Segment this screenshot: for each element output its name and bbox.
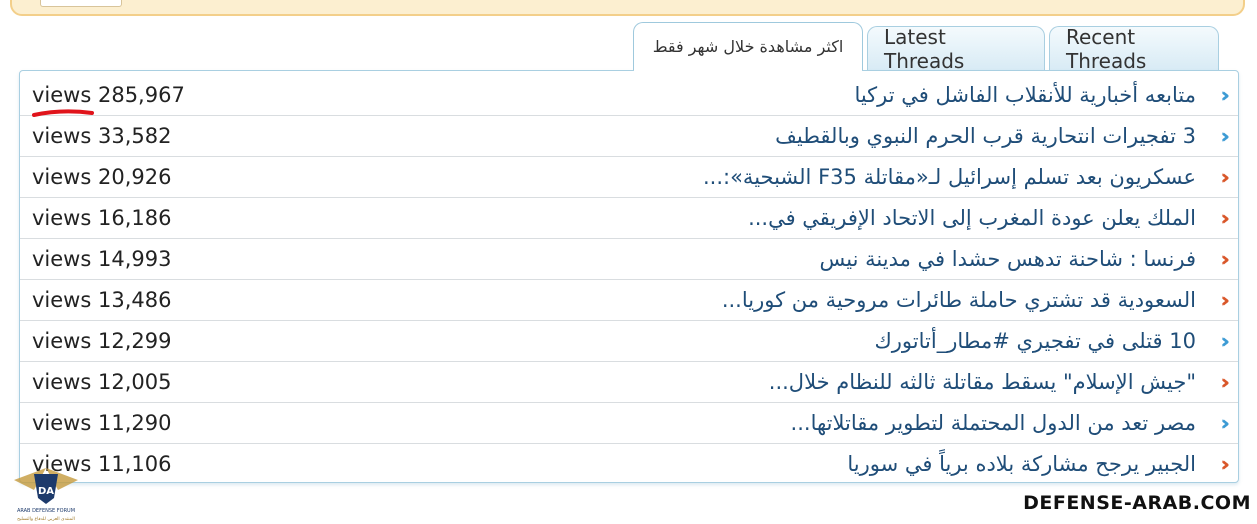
- top-banner-box: [40, 0, 122, 7]
- tab-latest-threads[interactable]: Latest Threads: [867, 25, 1045, 73]
- thread-view-count: views 12,299: [32, 329, 172, 353]
- thread-row: views 11,106 الجبير يرجح مشاركة بلاده بري…: [20, 444, 1238, 484]
- threads-list: views 285,967 متابعه أخبارية للأنقلاب الف…: [20, 75, 1238, 484]
- double-chevron-icon: ››: [1220, 288, 1232, 312]
- thread-row: views 14,993 فرنسا : شاحنة تدهس حشدا في م…: [20, 239, 1238, 280]
- thread-view-count: views 11,290: [32, 411, 172, 435]
- thread-title-link[interactable]: السعودية قد تشتري حاملة طائرات مروحية من…: [722, 288, 1196, 312]
- red-underline-mark: [32, 109, 94, 117]
- logo-text-en: ARAB DEFENSE FORUM: [17, 508, 75, 514]
- thread-row: views 11,290 مصر تعد من الدول المحتملة لت…: [20, 403, 1238, 444]
- double-chevron-icon: ››: [1220, 452, 1232, 476]
- thread-tabs: Recent Threads Latest Threads اكثر مشاهد…: [629, 22, 1219, 73]
- thread-view-count: views 13,486: [32, 288, 172, 312]
- double-chevron-icon: ››: [1220, 247, 1232, 271]
- thread-view-count: views 20,926: [32, 165, 172, 189]
- double-chevron-icon: ››: [1220, 124, 1232, 148]
- logo-text-ar: المنتدى العربي للدفاع والتسليح: [17, 517, 75, 522]
- thread-row: views 12,299 10 قتلى في تفجيري #مطار_أتات…: [20, 321, 1238, 362]
- thread-view-count: views 16,186: [32, 206, 172, 230]
- double-chevron-icon: ››: [1220, 370, 1232, 394]
- thread-view-count: views 14,993: [32, 247, 172, 271]
- thread-title-link[interactable]: مصر تعد من الدول المحتملة لتطوير مقاتلات…: [791, 411, 1196, 435]
- thread-row: views 12,005 "جيش الإسلام" يسقط مقاتلة ثا…: [20, 362, 1238, 403]
- thread-title-link[interactable]: "جيش الإسلام" يسقط مقاتلة ثالثه للنظام خ…: [769, 370, 1196, 394]
- thread-title-link[interactable]: عسكريون بعد تسلم إسرائيل لـ«مقاتلة F35 ا…: [703, 165, 1196, 189]
- thread-view-count: views 12,005: [32, 370, 172, 394]
- thread-title-link[interactable]: متابعه أخبارية للأنقلاب الفاشل في تركيا: [854, 83, 1196, 107]
- double-chevron-icon: ››: [1220, 206, 1232, 230]
- double-chevron-icon: ››: [1220, 165, 1232, 189]
- thread-row: views 33,582 3 تفجيرات انتحارية قرب الحرم…: [20, 116, 1238, 157]
- thread-row: views 20,926 عسكريون بعد تسلم إسرائيل لـ«…: [20, 157, 1238, 198]
- double-chevron-icon: ››: [1220, 83, 1232, 107]
- thread-row: views 13,486 السعودية قد تشتري حاملة طائر…: [20, 280, 1238, 321]
- thread-title-link[interactable]: الجبير يرجح مشاركة بلاده برياً في سوريا: [847, 452, 1196, 476]
- thread-title-link[interactable]: فرنسا : شاحنة تدهس حشدا في مدينة نيس: [820, 247, 1196, 271]
- site-watermark: DEFENSE-ARAB.COM: [1023, 492, 1251, 514]
- top-banner: [10, 0, 1245, 16]
- tab-most-viewed[interactable]: اكثر مشاهدة خلال شهر فقط: [633, 22, 863, 72]
- logo-abbrev: DA: [38, 486, 54, 497]
- forum-logo: DA ARAB DEFENSE FORUM المنتدى العربي للد…: [14, 468, 78, 522]
- thread-title-link[interactable]: الملك يعلن عودة المغرب إلى الاتحاد الإفر…: [748, 206, 1196, 230]
- tab-recent-threads[interactable]: Recent Threads: [1049, 25, 1219, 73]
- threads-panel: views 285,967 متابعه أخبارية للأنقلاب الف…: [19, 70, 1239, 483]
- thread-title-link[interactable]: 3 تفجيرات انتحارية قرب الحرم النبوي وبال…: [775, 124, 1196, 148]
- thread-title-link[interactable]: 10 قتلى في تفجيري #مطار_أتاتورك: [874, 329, 1196, 353]
- double-chevron-icon: ››: [1220, 411, 1232, 435]
- thread-view-count: views 33,582: [32, 124, 172, 148]
- double-chevron-icon: ››: [1220, 329, 1232, 353]
- thread-row: views 285,967 متابعه أخبارية للأنقلاب الف…: [20, 75, 1238, 116]
- thread-row: views 16,186 الملك يعلن عودة المغرب إلى ا…: [20, 198, 1238, 239]
- thread-view-count: views 285,967: [32, 83, 185, 107]
